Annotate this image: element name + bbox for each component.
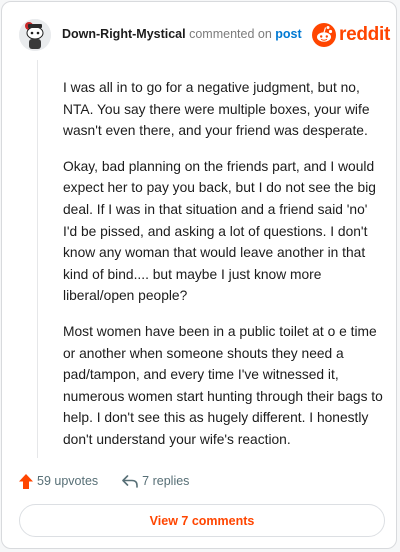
avatar[interactable]: [19, 19, 51, 51]
post-link[interactable]: post: [275, 27, 301, 41]
replies-button[interactable]: 7 replies: [122, 474, 189, 488]
comment-header: Down-Right-Mystical commented on post: [62, 27, 302, 41]
replies-count: 7 replies: [142, 474, 190, 488]
comment-body: I was all in to go for a negative judgme…: [63, 77, 383, 465]
comment-paragraph: Okay, bad planning on the friends part, …: [63, 158, 376, 304]
snoo-avatar-icon: [19, 19, 51, 51]
upvote-arrow-icon: [19, 473, 33, 489]
view-comments-button[interactable]: View 7 comments: [19, 504, 385, 537]
comment-actions: 59 upvotes 7 replies: [19, 472, 189, 490]
action-text: commented on: [189, 27, 272, 41]
comment-card: Down-Right-Mystical commented on post re…: [1, 1, 397, 549]
comment-paragraph: Most women have been in a public toilet …: [63, 323, 383, 447]
reddit-logo-icon: [312, 23, 336, 47]
brand-wordmark: reddit: [339, 24, 390, 45]
reddit-brand[interactable]: reddit: [312, 22, 390, 48]
comment-paragraph: I was all in to go for a negative judgme…: [63, 80, 370, 139]
upvote-button[interactable]: 59 upvotes: [19, 473, 99, 489]
thread-line: [37, 60, 38, 458]
upvote-count: 59 upvotes: [37, 474, 99, 488]
reply-arrow-icon: [122, 474, 138, 488]
author-name[interactable]: Down-Right-Mystical: [62, 27, 186, 41]
